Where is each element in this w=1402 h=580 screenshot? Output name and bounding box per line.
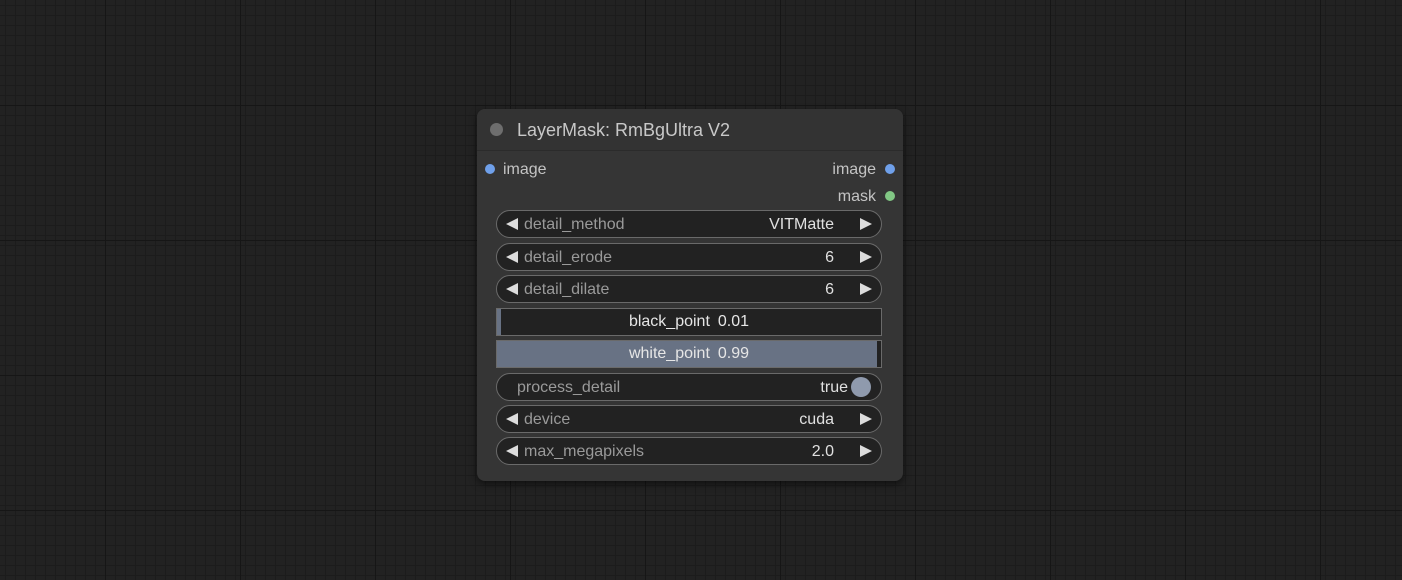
widget-value: 0.99: [717, 345, 750, 362]
decrement-arrow-icon[interactable]: [506, 218, 518, 230]
widget-label: detail_method: [524, 216, 625, 233]
collapse-toggle-icon[interactable]: [490, 123, 503, 136]
widget-label: white_point: [628, 345, 710, 362]
max-megapixels-number[interactable]: max_megapixels 2.0: [496, 437, 882, 465]
node-title: LayerMask: RmBgUltra V2: [517, 120, 731, 140]
layermask-rmbgultra-v2-node[interactable]: LayerMask: RmBgUltra V2 image image mask…: [477, 109, 903, 481]
detail-dilate-number[interactable]: detail_dilate 6: [496, 275, 882, 303]
widget-value: 0.01: [717, 313, 750, 330]
node-header[interactable]: LayerMask: RmBgUltra V2: [477, 109, 903, 151]
widget-value: 6: [825, 281, 834, 298]
widget-value: 6: [825, 249, 834, 266]
widget-label: device: [524, 411, 571, 428]
widget-value: cuda: [799, 411, 834, 428]
output-image-label: image: [832, 161, 876, 178]
increment-arrow-icon[interactable]: [860, 413, 872, 425]
black-point-slider[interactable]: black_point 0.01: [496, 308, 882, 336]
widget-label: black_point: [628, 313, 710, 330]
device-combo[interactable]: device cuda: [496, 405, 882, 433]
detail-method-combo[interactable]: detail_method VITMatte: [496, 210, 882, 238]
widget-label: max_megapixels: [524, 443, 645, 460]
graph-canvas[interactable]: LayerMask: RmBgUltra V2 image image mask…: [0, 0, 1402, 580]
widget-value: VITMatte: [769, 216, 834, 233]
increment-arrow-icon[interactable]: [860, 218, 872, 230]
output-mask-slot-icon[interactable]: [885, 191, 895, 201]
widget-label: detail_dilate: [524, 281, 610, 298]
widget-value: true: [820, 379, 848, 396]
output-image-slot-icon[interactable]: [885, 164, 895, 174]
white-point-slider[interactable]: white_point 0.99: [496, 340, 882, 368]
increment-arrow-icon[interactable]: [860, 445, 872, 457]
widget-label: process_detail: [517, 379, 621, 396]
input-image-label: image: [503, 161, 547, 178]
increment-arrow-icon[interactable]: [860, 283, 872, 295]
decrement-arrow-icon[interactable]: [506, 413, 518, 425]
input-image-slot-icon[interactable]: [485, 164, 495, 174]
output-mask-label: mask: [837, 188, 876, 205]
decrement-arrow-icon[interactable]: [506, 283, 518, 295]
decrement-arrow-icon[interactable]: [506, 445, 518, 457]
detail-erode-number[interactable]: detail_erode 6: [496, 243, 882, 271]
increment-arrow-icon[interactable]: [860, 251, 872, 263]
widget-label: detail_erode: [524, 249, 613, 266]
widget-value: 2.0: [811, 443, 834, 460]
toggle-knob-icon[interactable]: [851, 377, 871, 397]
decrement-arrow-icon[interactable]: [506, 251, 518, 263]
process-detail-toggle[interactable]: process_detail true: [496, 373, 882, 401]
